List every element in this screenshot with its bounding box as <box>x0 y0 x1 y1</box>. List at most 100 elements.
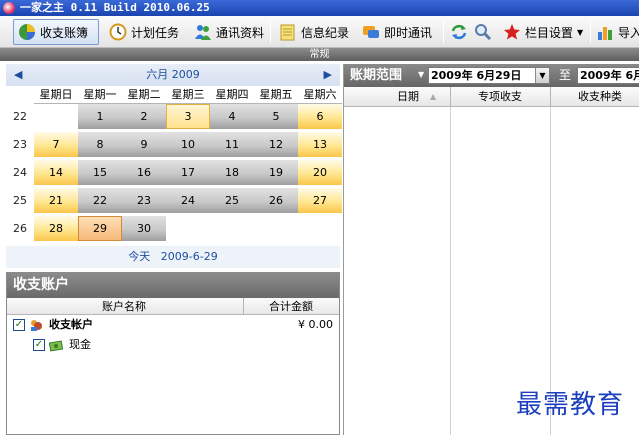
toolbar-ledger-button[interactable]: 收支账簿 <box>13 19 99 45</box>
calendar-day[interactable]: 20 <box>298 160 342 185</box>
transactions-header: 日期 ▲ 专项收支 收支种类 <box>344 87 639 107</box>
start-date-value: 2009年 6月29日 <box>431 69 522 82</box>
calendar-week-row: 26 28 29 30 <box>6 216 342 241</box>
title-bar: 一家之主 0.11 Build 2010.06.25 <box>0 0 639 16</box>
calendar-day[interactable]: 11 <box>210 132 254 157</box>
calendar-day[interactable]: 16 <box>122 160 166 185</box>
calendar-day[interactable]: 27 <box>298 188 342 213</box>
transactions-pane: 账期范围 ▼ 2009年 6月29日 ▼ 至 2009年 6月 日期 ▲ 专项收… <box>343 64 639 435</box>
start-date-picker[interactable]: 2009年 6月29日 ▼ <box>428 67 550 84</box>
calendar-day[interactable]: 23 <box>122 188 166 213</box>
chevron-down-icon: ▼ <box>577 27 584 37</box>
week-number: 23 <box>13 138 27 151</box>
account-checkbox[interactable]: ✓ <box>33 339 45 351</box>
calendar-day[interactable]: 22 <box>78 188 122 213</box>
calendar-day[interactable]: 13 <box>298 132 342 157</box>
clock-icon <box>109 23 127 41</box>
calendar-day[interactable]: 4 <box>210 104 254 129</box>
calendar-empty-cell <box>298 216 342 241</box>
toolbar-chat-label: 即时通讯 <box>384 25 433 40</box>
weekday-label: 星期三 <box>166 86 210 104</box>
toolbar-separator <box>590 21 591 43</box>
calendar-day[interactable]: 7 <box>34 132 78 157</box>
calendar-day[interactable]: 17 <box>166 160 210 185</box>
toolbar-schedule-button[interactable]: 计划任务 <box>105 19 183 45</box>
toolbar-separator <box>443 21 444 43</box>
calendar-day[interactable]: 14 <box>34 160 78 185</box>
search-button[interactable] <box>472 19 498 45</box>
calendar-day[interactable]: 5 <box>254 104 298 129</box>
weekday-label: 星期六 <box>298 86 342 104</box>
account-name: 现金 <box>69 338 91 351</box>
toolbar-columns-button[interactable]: 栏目设置 ▼ <box>499 19 587 45</box>
calendar-day[interactable]: 24 <box>166 188 210 213</box>
account-row-cash[interactable]: ✓ 现金 <box>7 335 339 355</box>
calendar-empty-cell <box>166 216 210 241</box>
calendar-day[interactable]: 10 <box>166 132 210 157</box>
toolbar-import-label: 导入 <box>618 25 639 40</box>
calendar-day[interactable]: 21 <box>34 188 78 213</box>
toolbar-ledger-label: 收支账簿 <box>40 25 89 40</box>
calendar-day[interactable]: 29 <box>78 216 122 241</box>
calendar-day[interactable]: 3 <box>166 104 210 129</box>
column-total-amount[interactable]: 合计金额 <box>269 298 313 315</box>
pie-chart-icon <box>18 23 36 41</box>
calendar-week-row: 23 7 8 9 10 11 12 13 <box>6 132 342 157</box>
weekday-label: 星期日 <box>34 86 78 104</box>
calendar-day[interactable]: 28 <box>34 216 78 241</box>
account-checkbox[interactable]: ✓ <box>13 319 25 331</box>
toolbar-columns-label: 栏目设置 <box>525 25 574 40</box>
prev-month-button[interactable]: ◀ <box>14 64 22 86</box>
column-category[interactable]: 收支种类 <box>550 87 639 107</box>
toolbar-schedule-label: 计划任务 <box>131 25 180 40</box>
calendar-day[interactable]: 25 <box>210 188 254 213</box>
toolbar-chat-button[interactable]: 即时通讯 <box>358 19 436 45</box>
chevron-down-icon[interactable]: ▼ <box>418 70 424 79</box>
calendar-week-row: 25 21 22 23 24 25 26 27 <box>6 188 342 213</box>
app-icon <box>3 2 15 14</box>
calendar-day[interactable]: 12 <box>254 132 298 157</box>
calendar-day[interactable]: 2 <box>122 104 166 129</box>
header-divider <box>550 87 551 107</box>
calendar-empty-cell <box>34 104 78 129</box>
star-icon <box>503 23 521 41</box>
calendar-day[interactable]: 26 <box>254 188 298 213</box>
refresh-button[interactable] <box>448 19 474 45</box>
calendar-day[interactable]: 6 <box>298 104 342 129</box>
column-special[interactable]: 专项收支 <box>450 87 550 107</box>
toolbar-import-button[interactable]: 导入 <box>594 19 639 45</box>
calendar-empty-cell <box>254 216 298 241</box>
toolbar-contacts-label: 通讯资料 <box>216 25 265 40</box>
contacts-icon <box>194 23 212 41</box>
next-month-button[interactable]: ▶ <box>324 64 332 86</box>
today-link[interactable]: 今天 2009-6-29 <box>6 246 340 268</box>
calendar-day[interactable]: 8 <box>78 132 122 157</box>
calendar-day[interactable]: 18 <box>210 160 254 185</box>
toolbar-records-label: 信息纪录 <box>301 25 350 40</box>
sort-indicator-icon: ▲ <box>430 92 437 101</box>
account-row-root[interactable]: ✓ 收支帐户 ¥ 0.00 <box>7 315 339 335</box>
column-account-name[interactable]: 账户名称 <box>102 298 146 315</box>
weekday-label: 星期一 <box>78 86 122 104</box>
bar-chart-icon <box>596 23 614 41</box>
weekday-label: 星期四 <box>210 86 254 104</box>
calendar-day[interactable]: 19 <box>254 160 298 185</box>
left-pane: ◀ 六月 2009 ▶ 星期日 星期一 星期二 星期三 星期四 星期五 星期六 22 1 2 3 4… <box>6 64 342 435</box>
main-toolbar: 收支账簿 计划任务 通讯资料 信息纪录 即时通讯 栏目设置 ▼ 导入 <box>0 16 639 48</box>
toolbar-records-button[interactable]: 信息纪录 <box>275 19 353 45</box>
end-date-picker[interactable]: 2009年 6月 <box>577 67 639 84</box>
month-header: ◀ 六月 2009 ▶ <box>6 64 340 86</box>
toolbar-contacts-button[interactable]: 通讯资料 <box>190 19 268 45</box>
weekday-label: 星期五 <box>254 86 298 104</box>
range-to-label: 至 <box>559 68 572 82</box>
calendar-empty-cell <box>210 216 254 241</box>
calendar-day[interactable]: 1 <box>78 104 122 129</box>
calendar-day[interactable]: 30 <box>122 216 166 241</box>
calendar-day[interactable]: 9 <box>122 132 166 157</box>
accounts-title: 收支账户 <box>7 273 339 298</box>
accounts-panel: 收支账户 账户名称 合计金额 ✓ 收支帐户 ¥ 0.00 ✓ 现金 <box>6 272 340 435</box>
accounts-column-header: 账户名称 合计金额 <box>7 298 339 315</box>
calendar-day[interactable]: 15 <box>78 160 122 185</box>
search-icon <box>474 23 492 41</box>
dropdown-arrow-icon[interactable]: ▼ <box>535 68 549 83</box>
